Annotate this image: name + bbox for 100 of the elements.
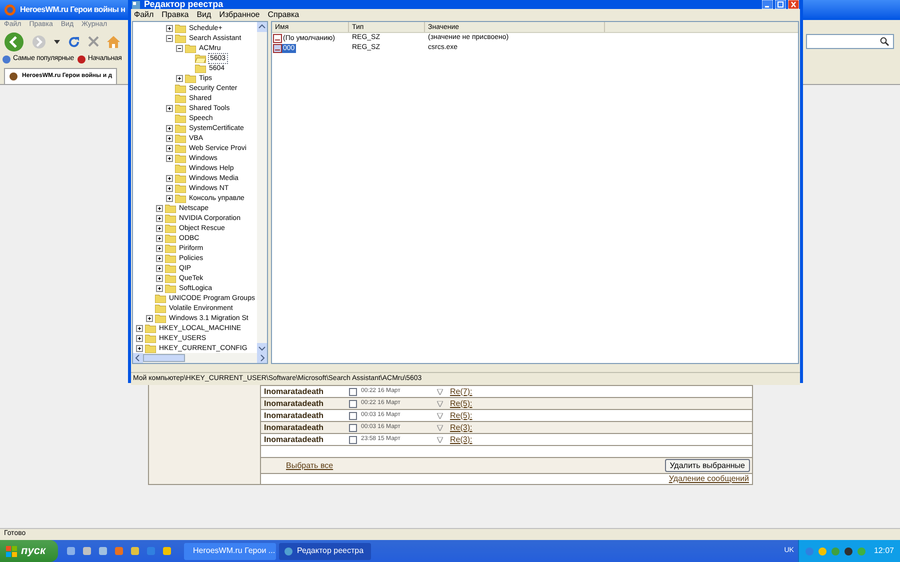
menu-item[interactable]: Правка <box>162 9 189 21</box>
clock: 12:07 <box>874 545 894 557</box>
sender-name: Inomaratadeath <box>263 398 325 410</box>
dropdown-icon[interactable] <box>54 40 60 44</box>
expand-icon[interactable] <box>156 274 163 282</box>
expand-icon[interactable] <box>156 254 163 262</box>
maximize-icon[interactable] <box>775 0 786 9</box>
scroll-left-icon[interactable] <box>133 353 143 363</box>
collapse-icon[interactable] <box>166 34 173 42</box>
message-subject-link[interactable]: Re(3): <box>450 434 472 446</box>
folder-icon <box>155 314 166 322</box>
horizontal-scrollbar[interactable] <box>133 353 267 363</box>
folder-icon <box>185 44 196 52</box>
menu-item[interactable]: Избранное <box>219 9 260 21</box>
folder-icon <box>175 114 186 122</box>
folder-icon <box>165 204 176 212</box>
folder-icon <box>155 304 166 312</box>
expand-icon[interactable] <box>166 134 173 142</box>
message-checkbox[interactable] <box>349 400 357 408</box>
expand-icon[interactable] <box>166 124 173 132</box>
folder-icon <box>175 174 186 182</box>
windows-logo-icon <box>6 546 17 556</box>
app-icon <box>284 546 293 556</box>
scroll-right-icon[interactable] <box>257 353 267 363</box>
folder-icon <box>175 84 186 92</box>
folder-icon <box>185 74 196 82</box>
menu-item[interactable]: Вид <box>196 9 212 21</box>
expand-icon[interactable] <box>166 174 173 182</box>
minimize-icon[interactable] <box>762 0 773 9</box>
menu-item[interactable]: Файл <box>134 9 154 21</box>
expand-icon[interactable] <box>156 284 163 292</box>
expand-icon[interactable] <box>136 344 143 352</box>
expand-icon[interactable] <box>156 214 163 222</box>
expand-icon[interactable] <box>166 24 173 32</box>
expand-icon[interactable] <box>136 334 143 342</box>
expand-icon[interactable] <box>166 194 173 202</box>
delete-selected-button[interactable]: Удалить выбранные <box>664 459 750 472</box>
message-checkbox[interactable] <box>349 388 357 396</box>
search-field[interactable] <box>806 34 894 49</box>
message-checkbox[interactable] <box>349 412 357 420</box>
scroll-up-icon[interactable] <box>257 22 267 32</box>
folder-icon <box>175 24 186 32</box>
folder-icon <box>175 134 186 142</box>
message-subject-link[interactable]: Re(5): <box>450 410 472 422</box>
sender-name: Inomaratadeath <box>263 410 325 422</box>
folder-icon <box>175 104 186 112</box>
string-value-icon <box>273 44 282 52</box>
folder-icon <box>145 324 156 332</box>
folder-icon <box>195 64 206 72</box>
folder-icon <box>175 184 186 192</box>
expand-icon[interactable] <box>136 324 143 332</box>
select-all-link[interactable]: Выбрать все <box>286 460 334 472</box>
scroll-down-icon[interactable] <box>257 343 267 353</box>
reload-icon[interactable] <box>68 36 80 48</box>
tab-favicon-icon <box>9 72 18 81</box>
delete-messages-link[interactable]: Удаление сообщений <box>668 474 749 484</box>
expand-icon[interactable] <box>156 244 163 252</box>
folder-icon <box>165 234 176 242</box>
sender-name: Inomaratadeath <box>263 422 325 434</box>
message-subject-link[interactable]: Re(3): <box>450 422 472 434</box>
browser-logo-icon <box>4 4 16 16</box>
collapse-icon[interactable] <box>176 44 183 52</box>
folder-icon <box>165 274 176 282</box>
sender-name: Inomaratadeath <box>263 386 325 398</box>
taskbar-button[interactable]: Редактор реестра <box>279 542 371 560</box>
message-checkbox[interactable] <box>349 436 357 444</box>
start-button[interactable]: пуск <box>0 540 58 562</box>
expand-icon[interactable] <box>166 184 173 192</box>
expand-icon[interactable] <box>146 314 153 322</box>
close-icon[interactable] <box>788 0 799 9</box>
expand-icon[interactable] <box>176 74 183 82</box>
expand-icon[interactable] <box>166 144 173 152</box>
expand-icon[interactable] <box>156 234 163 242</box>
expand-icon[interactable] <box>156 224 163 232</box>
browser-title: HeroesWM.ru Герои войны н <box>20 4 126 16</box>
back-icon[interactable] <box>4 32 24 52</box>
folder-icon <box>155 294 166 302</box>
search-icon[interactable] <box>880 37 889 46</box>
sender-name: Inomaratadeath <box>263 434 325 446</box>
bookmark-icon <box>76 55 86 64</box>
scrollbar-thumb[interactable] <box>143 354 185 362</box>
folder-icon <box>165 254 176 262</box>
expand-icon[interactable] <box>156 204 163 212</box>
expand-icon[interactable] <box>166 104 173 112</box>
folder-icon <box>165 224 176 232</box>
menu-item[interactable]: Справка <box>268 9 300 21</box>
folder-icon <box>145 334 156 342</box>
message-subject-link[interactable]: Re(5): <box>450 398 472 410</box>
bookmark-icon <box>2 55 11 64</box>
folder-icon <box>175 124 186 132</box>
folder-icon <box>165 284 176 292</box>
folder-icon <box>165 264 176 272</box>
message-checkbox[interactable] <box>349 424 357 432</box>
vertical-scrollbar[interactable] <box>257 22 267 353</box>
window-title: Редактор реестра <box>144 0 224 9</box>
expand-icon[interactable] <box>156 264 163 272</box>
taskbar-button[interactable]: HeroesWM.ru Герои ... <box>184 542 276 560</box>
expand-icon[interactable] <box>166 154 173 162</box>
message-subject-link[interactable]: Re(7): <box>450 386 472 398</box>
folder-icon <box>175 164 186 172</box>
